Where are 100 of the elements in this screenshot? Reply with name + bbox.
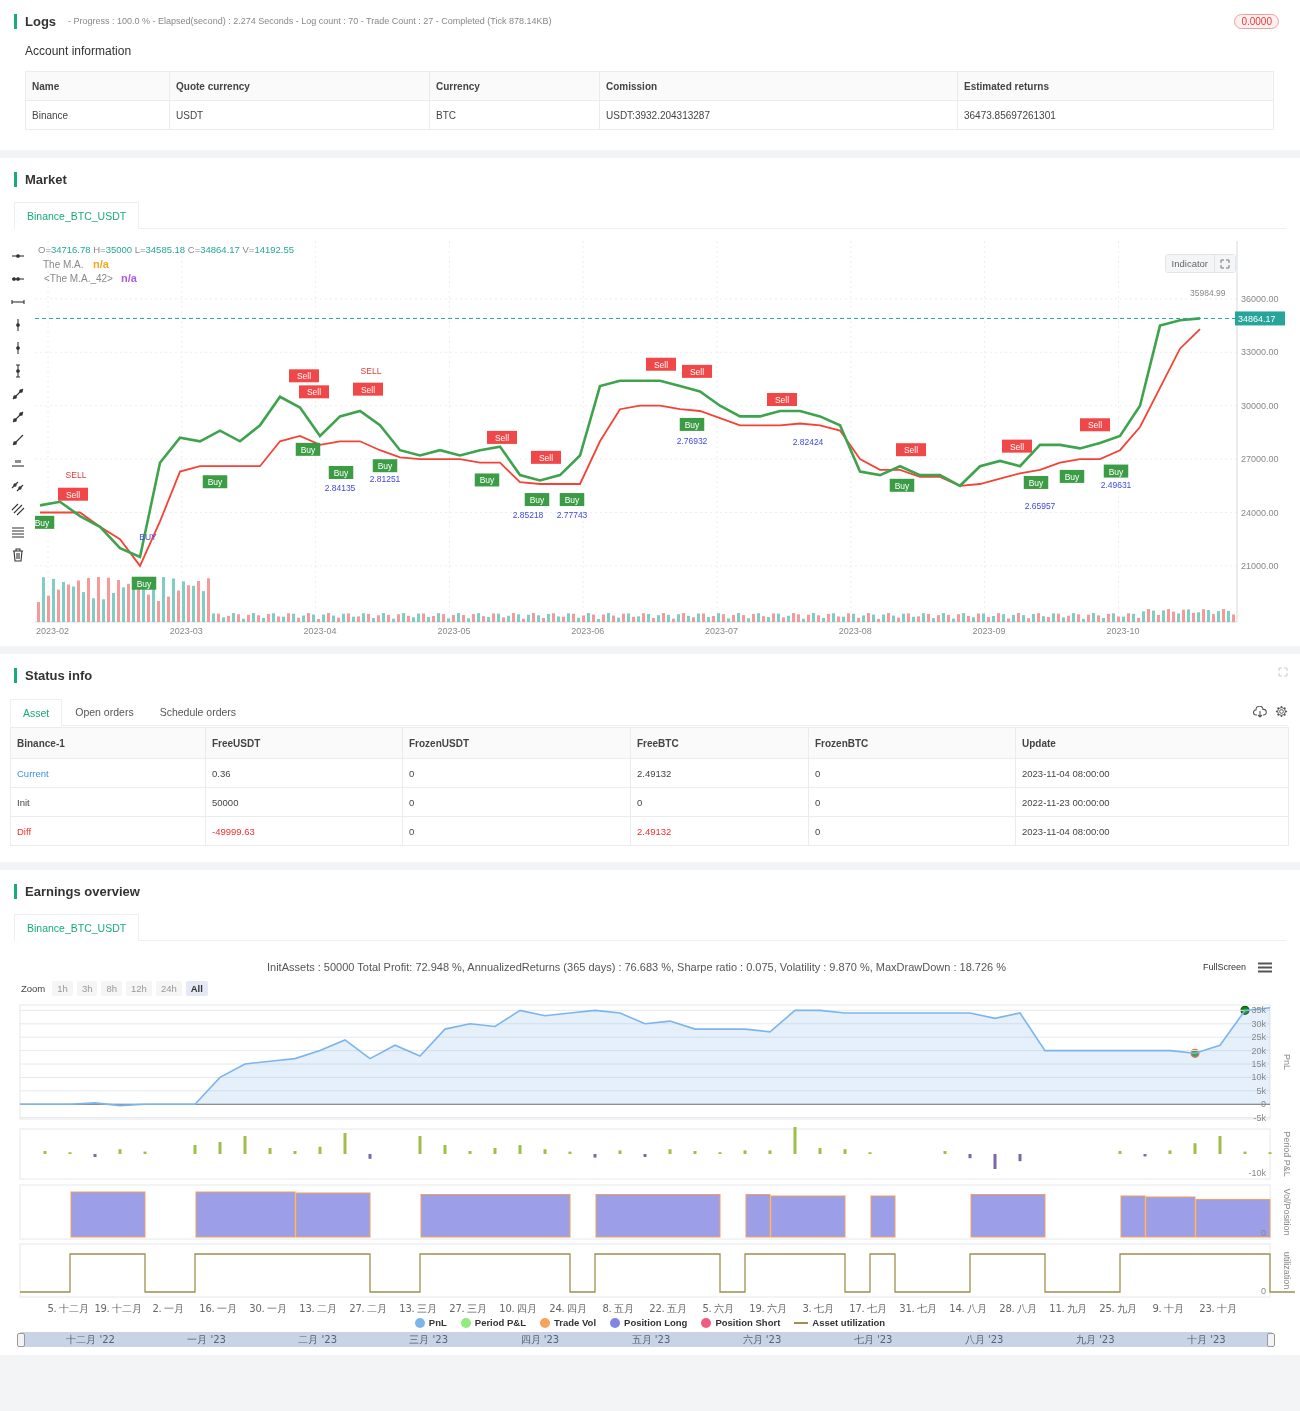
table-cell: 0 (630, 787, 809, 817)
axis-label: 11. 九月 (1049, 1303, 1087, 1314)
buy-marker: Buy (295, 442, 321, 456)
navigator-label: 八月 '23 (964, 1332, 1004, 1347)
axis-label: 20k (1251, 1045, 1266, 1056)
indicator-value: n/a (121, 272, 137, 284)
axis-label: 25. 九月 (1099, 1303, 1137, 1314)
sell-marker: Sell (353, 382, 383, 396)
axis-label: 2023-02 (36, 626, 70, 636)
navigator-label: 十月 '23 (1187, 1332, 1226, 1347)
axis-label: 14. 八月 (949, 1303, 987, 1314)
column-header: FrozenBTC (808, 727, 1016, 759)
trade-value-label: 2.76932 (676, 435, 708, 446)
legend-label[interactable]: Trade Vol (554, 1317, 597, 1328)
axis-label: 17. 七月 (849, 1303, 887, 1314)
buy-marker: Buy (131, 576, 157, 590)
buy-marker: Buy (524, 493, 550, 507)
zoom-button[interactable]: All (185, 981, 208, 996)
buy-marker: Buy (474, 473, 500, 487)
zoom-label: Zoom (21, 983, 46, 994)
fullscreen-link[interactable]: FullScreen (1202, 962, 1246, 972)
axis-label: 25k (1251, 1032, 1266, 1043)
legend-label[interactable]: Period P&L (474, 1317, 526, 1328)
axis-label: 10k (1251, 1072, 1266, 1083)
buy-marker: Buy (372, 459, 398, 473)
table-cell: 2.49132 (630, 816, 809, 846)
legend-label[interactable]: Position Long (624, 1317, 688, 1328)
legend-label[interactable]: Position Short (715, 1317, 781, 1328)
sell-marker: Sell (646, 357, 676, 371)
column-header: Estimated returns (957, 71, 1274, 101)
table-cell: Binance (25, 100, 170, 130)
navigator-label: 六月 '23 (742, 1332, 782, 1347)
axis-label: 21000.00 (1241, 560, 1279, 571)
sell-marker: Sell (1080, 418, 1110, 432)
column-header: Binance-1 (10, 727, 206, 759)
trade-value-label: 2.84135 (324, 483, 356, 494)
axis-label: 30k (1251, 1018, 1266, 1029)
legend-label[interactable]: PnL (428, 1317, 447, 1328)
trade-value-label: 2.82424 (792, 436, 824, 447)
table-cell: USDT (169, 100, 430, 130)
axis-label: 30. 一月 (249, 1303, 287, 1314)
table-cell: Init (10, 787, 206, 817)
navigator-bar[interactable]: 十二月 '22 一月 '23 二月 '23 三月 '23 四月 '23 五月 '23 六月 '23 七月 '23 八月 '23 九月 '23 十月 '23 (20, 1332, 1272, 1347)
axis-label: 0 (1261, 1228, 1266, 1238)
axis-label: 27. 二月 (349, 1303, 387, 1314)
axis-label: 2023-03 (169, 626, 203, 636)
navigator-label: 十二月 '22 (66, 1332, 115, 1347)
table-cell: 36473.85697261301 (957, 100, 1274, 130)
axis-label: 2023-04 (303, 626, 337, 636)
axis-label: 27000.00 (1241, 454, 1279, 465)
trade-value-label: 2.77743 (556, 509, 588, 520)
axis-label: 2023-09 (972, 626, 1006, 636)
navigator-label: 三月 '23 (409, 1332, 449, 1347)
column-header: FreeUSDT (205, 727, 403, 759)
axis-label: 23. 十月 (1199, 1303, 1237, 1314)
axis-label: 9. 十月 (1152, 1303, 1184, 1314)
table-cell: Current (10, 758, 206, 788)
trade-value-label: 2.85218 (512, 509, 544, 520)
table-cell: 0 (808, 758, 1016, 788)
axis-label: 5. 十二月 (47, 1303, 89, 1314)
axis-label: -5k (1253, 1112, 1266, 1123)
axis-label: 2023-08 (838, 626, 872, 636)
table-cell: -49999.63 (205, 816, 403, 846)
table-cell: 2023-11-04 08:00:00 (1015, 758, 1289, 788)
axis-label: 2023-05 (437, 626, 471, 636)
high-price-label: 35984.99 (1190, 288, 1226, 299)
section-title: Logs (25, 13, 57, 29)
sell-marker: Sell (767, 393, 797, 406)
subsection-title: Account information (24, 43, 133, 58)
axis-label: 5k (1256, 1085, 1266, 1096)
progress-summary: - Progress : 100.0 % - Elapsed(second) : 2.274 Seconds - Log count : 70 - Trade Count : 27 - Completed (Tick 878.14KB) (68, 16, 552, 26)
performance-summary: InitAssets : 50000 Total Profit: 72.948 %, AnnualizedReturns (365 days) : 76.683 %, Sharpe ratio : 0.075, Volatility : 9.870 %, MaxDrawDown : 18.726 % (267, 961, 1007, 973)
axis-label: 22. 五月 (649, 1303, 687, 1314)
table-cell: 0 (402, 816, 631, 846)
axis-title: PnL (1282, 1054, 1292, 1070)
table-cell: BTC (429, 100, 600, 130)
buy-marker: Buy (889, 478, 915, 492)
buy-marker: Buy (1103, 464, 1129, 478)
axis-label: 31. 七月 (899, 1303, 937, 1314)
axis-label: 2023-06 (571, 626, 605, 636)
legend-label[interactable]: Asset utilization (812, 1317, 886, 1328)
signal-label: SELL (65, 469, 87, 480)
axis-label: 19. 十二月 (94, 1303, 142, 1314)
navigator-label: 一月 '23 (187, 1332, 226, 1347)
trade-value-label: 2.81251 (369, 474, 401, 485)
ohlc-readout: O=34716.78 H=35000 L=34585.18 C=34864.17 V=14192.55 (38, 244, 294, 255)
trade-value-label: 2.49631 (1100, 479, 1132, 490)
axis-label: 5. 六月 (702, 1303, 734, 1314)
axis-label: 15k (1251, 1059, 1266, 1069)
column-header: Comission (599, 71, 958, 101)
sell-marker: Sell (58, 487, 88, 501)
axis-label: 33000.00 (1241, 347, 1279, 358)
axis-label: 10. 四月 (499, 1303, 537, 1314)
axis-label: 19. 六月 (749, 1303, 787, 1314)
navigator-label: 二月 '23 (298, 1332, 337, 1347)
axis-label: 13. 三月 (399, 1303, 437, 1314)
price-tag: 34864.17 (1235, 311, 1285, 326)
sell-marker: Sell (487, 430, 517, 444)
buy-marker: Buy (1059, 469, 1085, 483)
sell-marker: Sell (682, 364, 712, 378)
